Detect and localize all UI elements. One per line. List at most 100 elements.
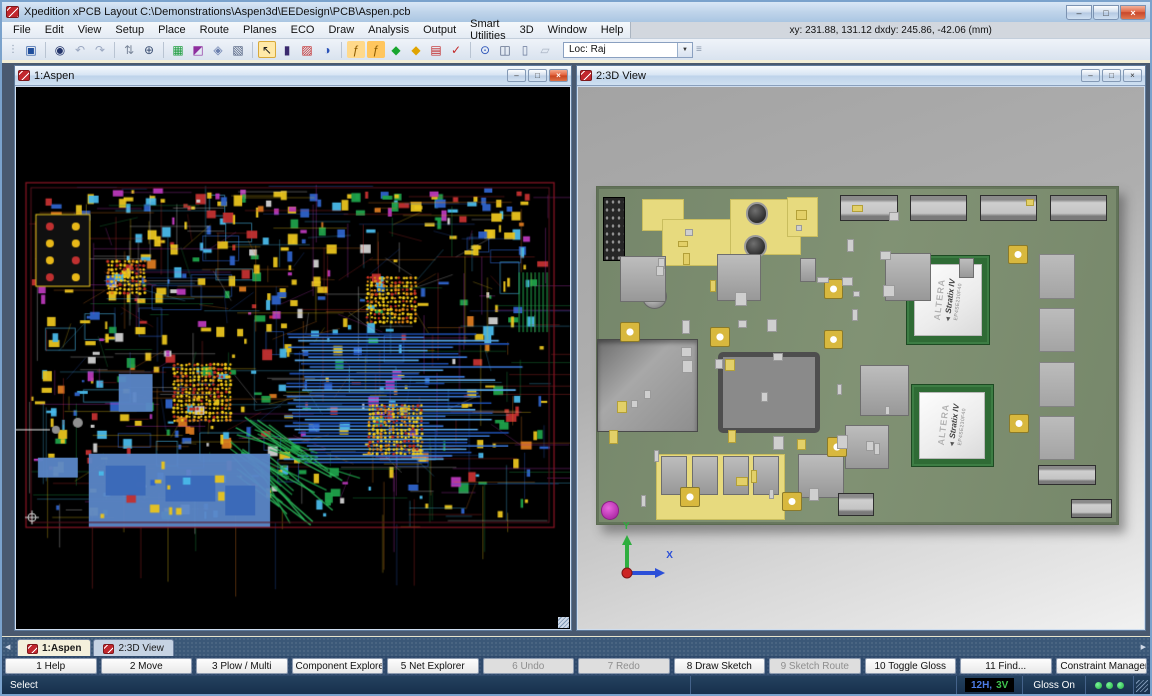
aspen-maximize-button[interactable]: □ bbox=[528, 69, 547, 82]
copy-icon[interactable]: ◫ bbox=[496, 41, 514, 58]
pcb-2d-canvas[interactable] bbox=[16, 87, 570, 629]
passive-pad bbox=[769, 489, 774, 499]
location-combobox[interactable]: Loc: Raj ▼ bbox=[563, 42, 693, 58]
menu-window[interactable]: Window bbox=[541, 22, 594, 38]
save-icon[interactable]: ▣ bbox=[22, 41, 40, 58]
statusbar-resize-grip[interactable] bbox=[1136, 680, 1148, 692]
properties-icon[interactable]: ▯ bbox=[516, 41, 534, 58]
netline-icon[interactable]: ◈ bbox=[209, 41, 227, 58]
toolbar-overflow[interactable]: ≡ bbox=[693, 44, 705, 55]
disabled-tool-icon[interactable]: ▱ bbox=[536, 41, 554, 58]
passive-pad bbox=[641, 495, 646, 507]
hazards-icon[interactable]: ◆ bbox=[407, 41, 425, 58]
close-button[interactable]: × bbox=[1120, 5, 1146, 20]
zoom-icon[interactable]: ⊙ bbox=[476, 41, 494, 58]
fkey-4-component-explorer[interactable]: 4 Component Explorer bbox=[292, 658, 384, 674]
view3d-minimize-button[interactable]: – bbox=[1081, 69, 1100, 82]
fkey-3-plow-multi[interactable]: 3 Plow / Multi bbox=[196, 658, 288, 674]
fkey-11-find-[interactable]: 11 Find... bbox=[960, 658, 1052, 674]
view3d-restore-button[interactable]: □ bbox=[1102, 69, 1121, 82]
menu-analysis[interactable]: Analysis bbox=[361, 22, 416, 38]
menu-place[interactable]: Place bbox=[151, 22, 193, 38]
undo-icon[interactable]: ↶ bbox=[71, 41, 89, 58]
online-drc-icon[interactable]: ◆ bbox=[387, 41, 405, 58]
tab-scroll-right-icon[interactable]: ▶ bbox=[1141, 643, 1146, 651]
draw-mode-icon[interactable]: ◑ bbox=[318, 41, 336, 58]
pcb-3d-viewport[interactable]: ALTERA ◄ Stratix IV EP4SE230F40 ALTERA ◄… bbox=[578, 87, 1144, 629]
passive-pad bbox=[773, 353, 783, 361]
menu-setup[interactable]: Setup bbox=[108, 22, 151, 38]
fkey-2-move[interactable]: 2 Move bbox=[101, 658, 193, 674]
aspen-window-controls: – □ × bbox=[507, 69, 568, 82]
coax-connector bbox=[1008, 245, 1028, 265]
passive-pad bbox=[874, 443, 880, 455]
toolbar-separator bbox=[45, 42, 46, 58]
select-mode-icon[interactable]: ↖ bbox=[258, 41, 276, 58]
menu-bar: FileEditViewSetupPlaceRoutePlanesECODraw… bbox=[2, 22, 1150, 39]
fkey-1-help[interactable]: 1 Help bbox=[5, 658, 97, 674]
redo-icon[interactable]: ↷ bbox=[91, 41, 109, 58]
gloss-icon[interactable]: ƒ bbox=[367, 41, 385, 58]
window-resize-grip[interactable] bbox=[558, 617, 569, 628]
menu-file[interactable]: File bbox=[6, 22, 38, 38]
ic-chip bbox=[800, 258, 817, 282]
memory-chip bbox=[1039, 416, 1074, 461]
title-bar[interactable]: Xpedition xPCB Layout C:\Demonstrations\… bbox=[2, 2, 1150, 22]
board-connector bbox=[1050, 195, 1107, 221]
led bbox=[601, 501, 620, 520]
ic-chip bbox=[723, 456, 749, 495]
status-led-icon bbox=[1117, 682, 1124, 689]
menu-eco[interactable]: ECO bbox=[284, 22, 322, 38]
menu-output[interactable]: Output bbox=[416, 22, 463, 38]
tab-scroll-left-icon[interactable]: ◀ bbox=[5, 643, 10, 651]
menu-draw[interactable]: Draw bbox=[321, 22, 361, 38]
minimize-button[interactable]: – bbox=[1066, 5, 1092, 20]
menu-3d[interactable]: 3D bbox=[513, 22, 541, 38]
drc-off-icon[interactable]: ✓ bbox=[447, 41, 465, 58]
view3d-window-title: 2:3D View bbox=[596, 70, 1081, 82]
menu-smart-utilities[interactable]: Smart Utilities bbox=[463, 22, 512, 38]
find-icon[interactable]: ◉ bbox=[51, 41, 69, 58]
maximize-button[interactable]: □ bbox=[1093, 5, 1119, 20]
menu-planes[interactable]: Planes bbox=[236, 22, 284, 38]
fanout-icon[interactable]: ƒ bbox=[347, 41, 365, 58]
passive-pad bbox=[842, 277, 853, 286]
place-parts-icon[interactable]: ◩ bbox=[189, 41, 207, 58]
document-icon bbox=[580, 70, 592, 81]
part-mode-icon[interactable]: ▮ bbox=[278, 41, 296, 58]
review-icon[interactable]: ▧ bbox=[229, 41, 247, 58]
cross-probe-icon[interactable]: ⊕ bbox=[140, 41, 158, 58]
fkey-5-net-explorer[interactable]: 5 Net Explorer bbox=[387, 658, 479, 674]
route-mode-icon[interactable]: ▨ bbox=[298, 41, 316, 58]
toolbar-grip[interactable]: ⋮ bbox=[5, 44, 21, 55]
fkey-8-draw-sketch[interactable]: 8 Draw Sketch bbox=[674, 658, 766, 674]
menu-view[interactable]: View bbox=[71, 22, 109, 38]
passive-pad bbox=[837, 384, 842, 395]
view3d-window-titlebar[interactable]: 2:3D View – □ × bbox=[577, 66, 1145, 86]
aspen-close-button[interactable]: × bbox=[549, 69, 568, 82]
passive-pad bbox=[797, 439, 806, 451]
actuals-toggle-icon[interactable]: ⇅ bbox=[120, 41, 138, 58]
fkey-12-constraint-manager-[interactable]: 12 Constraint Manager... bbox=[1056, 658, 1148, 674]
passive-pad bbox=[681, 347, 692, 356]
drc-window-icon[interactable]: ▤ bbox=[427, 41, 445, 58]
passive-pad bbox=[685, 229, 693, 235]
menu-route[interactable]: Route bbox=[193, 22, 236, 38]
board-connector bbox=[1038, 465, 1095, 485]
aspen-window-titlebar[interactable]: 1:Aspen – □ × bbox=[15, 66, 571, 86]
combo-dropdown-icon[interactable]: ▼ bbox=[677, 43, 692, 57]
aspen-minimize-button[interactable]: – bbox=[507, 69, 526, 82]
fkey-10-toggle-gloss[interactable]: 10 Toggle Gloss bbox=[865, 658, 957, 674]
board-connector bbox=[910, 195, 967, 221]
board-connector bbox=[838, 493, 874, 517]
menu-help[interactable]: Help bbox=[594, 22, 631, 38]
menu-edit[interactable]: Edit bbox=[38, 22, 71, 38]
view3d-close-button[interactable]: × bbox=[1123, 69, 1142, 82]
display-control-icon[interactable]: ▦ bbox=[169, 41, 187, 58]
chip-swoosh-icon: ◄ bbox=[949, 440, 957, 448]
tabs-container: 1:Aspen2:3D View bbox=[17, 639, 174, 657]
tab-1-aspen[interactable]: 1:Aspen bbox=[17, 639, 91, 657]
coax-connector bbox=[620, 322, 640, 342]
tab-2-3d-view[interactable]: 2:3D View bbox=[93, 639, 173, 657]
passive-pad bbox=[889, 212, 898, 221]
